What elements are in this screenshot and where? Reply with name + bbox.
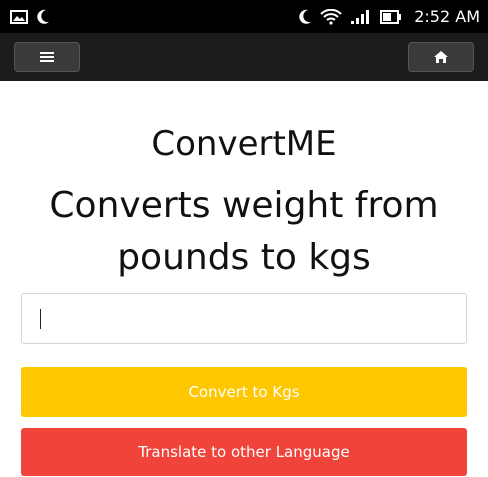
status-bar: 2:52 AM: [0, 0, 488, 33]
translate-button[interactable]: Translate to other Language: [21, 428, 467, 476]
text-cursor: [40, 309, 41, 329]
home-button[interactable]: [408, 42, 474, 72]
moon-icon: [299, 9, 312, 24]
menu-button[interactable]: [14, 42, 80, 72]
image-icon: [10, 9, 28, 24]
status-time: 2:52 AM: [414, 7, 480, 26]
app-title: ConvertME: [151, 124, 337, 164]
home-icon: [434, 51, 448, 63]
hamburger-menu-icon: [40, 52, 54, 62]
page-subtitle: Converts weight from pounds to kgs: [49, 185, 439, 278]
battery-icon: [380, 9, 402, 24]
status-left-icons: [10, 9, 50, 25]
weight-input[interactable]: [21, 293, 467, 344]
status-right-icons: 2:52 AM: [298, 7, 480, 26]
signal-icon: [351, 9, 370, 24]
app-bar: [0, 33, 488, 81]
moon-icon: [37, 9, 49, 24]
convert-button[interactable]: Convert to Kgs: [21, 367, 467, 417]
wifi-icon: [320, 8, 342, 25]
